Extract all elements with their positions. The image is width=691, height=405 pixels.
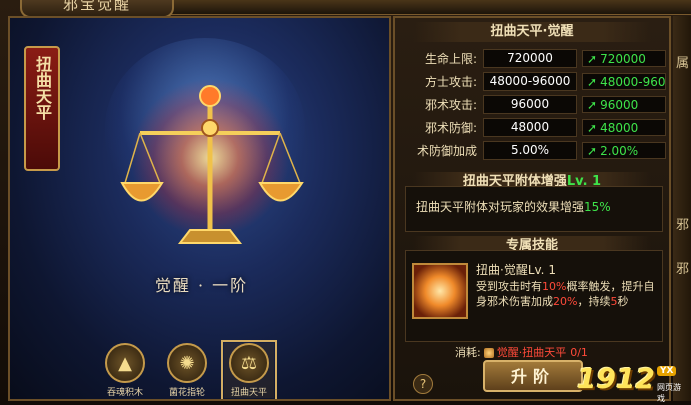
- side-tab[interactable]: 属: [676, 52, 689, 71]
- watermark-site: 网页游戏: [657, 383, 681, 403]
- upgrade-cost: 消耗: 觉醒·扭曲天平 0/1: [455, 344, 588, 360]
- info-panel: 扭曲天平·觉醒 生命上限: 720000 ➚ 720000 方士攻击: 48000…: [393, 16, 671, 401]
- stat-value: 48000-96000: [483, 71, 577, 91]
- skill-description: 受到攻击时有10%概率触发，提升自身邪术伤害加成20%，持续5秒: [476, 279, 656, 309]
- stat-bonus-value: 2.00%: [600, 143, 639, 158]
- up-arrow-icon: ➚: [587, 51, 598, 66]
- tab-label: 扭曲天平: [230, 388, 267, 398]
- up-arrow-icon: ➚: [587, 120, 598, 135]
- desc-part: ，持续: [577, 295, 611, 308]
- desc-part: 受到攻击时有: [476, 280, 542, 293]
- side-tab[interactable]: 邪: [676, 214, 689, 233]
- stat-bonus: ➚ 96000: [582, 95, 666, 113]
- skill-name: 扭曲·觉醒Lv. 1: [476, 261, 556, 278]
- desc-part: 秒: [617, 295, 629, 308]
- stat-label: 术防御加成: [416, 143, 477, 158]
- stat-row: 邪术攻击: 96000 ➚ 96000: [407, 94, 667, 114]
- side-tab-strip: 属 邪 邪: [673, 16, 691, 401]
- stat-row: 邪术防御: 48000 ➚ 48000: [407, 117, 667, 137]
- enhance-text: 扭曲天平附体对玩家的效果增强15%: [416, 198, 611, 215]
- tab-tunhun[interactable]: ▲ 吞魂积木: [100, 343, 150, 398]
- site-watermark: 1912 YX 网页游戏: [577, 362, 687, 403]
- stat-label: 方士攻击:: [424, 74, 477, 89]
- stat-bonus: ➚ 720000: [582, 49, 666, 67]
- stat-bonus: ➚48000-96000: [582, 72, 666, 90]
- cost-label: 消耗:: [455, 346, 481, 359]
- skill-level: Lv. 1: [527, 263, 556, 277]
- tab-junhua[interactable]: ✺ 菌花指轮: [162, 343, 212, 398]
- panel-header: 扭曲天平·觉醒: [413, 22, 651, 42]
- stat-bonus: ➚ 2.00%: [582, 141, 666, 159]
- stat-value: 96000: [483, 94, 577, 114]
- artifact-art-panel: 扭曲天平 觉醒 · 一阶 ▲ 吞魂积木 ✺ 菌花指轮 ⚖ 扭曲天平: [8, 16, 391, 401]
- skill-box: 扭曲·觉醒Lv. 1 受到攻击时有10%概率触发，提升自身邪术伤害加成20%，持…: [405, 250, 663, 342]
- stat-bonus-value: 96000: [600, 97, 639, 112]
- skill-bonus: 20%: [553, 295, 578, 308]
- side-tab[interactable]: 邪: [676, 258, 689, 277]
- enhance-desc: 扭曲天平附体对玩家的效果增强: [416, 200, 585, 214]
- ribbon-title: 扭曲天平: [33, 56, 52, 120]
- scale-icon: ⚖: [229, 343, 269, 383]
- stats-list: 生命上限: 720000 ➚ 720000 方士攻击: 48000-96000 ➚…: [407, 48, 667, 163]
- stat-value: 720000: [483, 48, 577, 68]
- enhance-box: 扭曲天平附体对玩家的效果增强15%: [405, 186, 663, 232]
- golden-scale-icon: [120, 85, 304, 244]
- help-button[interactable]: ?: [413, 374, 433, 394]
- stat-bonus-value: 720000: [600, 51, 646, 66]
- watermark-badge: YX: [657, 366, 677, 376]
- awakening-level: 觉醒 · 一阶: [154, 276, 249, 295]
- up-arrow-icon: ➚: [587, 74, 598, 89]
- tab-label: 菌花指轮: [168, 388, 205, 398]
- stat-row: 方士攻击: 48000-96000 ➚48000-96000: [407, 71, 667, 91]
- gear-eye-icon: ✺: [167, 343, 207, 383]
- skill-chance: 10%: [542, 280, 567, 293]
- stat-bonus-value: 48000: [600, 120, 639, 135]
- upgrade-button[interactable]: 升阶: [483, 360, 583, 392]
- stat-bonus: ➚ 48000: [582, 118, 666, 136]
- stat-value: 48000: [483, 117, 577, 137]
- top-bar: [160, 0, 691, 15]
- stat-label: 邪术防御:: [424, 120, 477, 135]
- stat-row: 术防御加成 5.00% ➚ 2.00%: [407, 140, 667, 160]
- stat-bonus-value: 48000-96000: [600, 74, 666, 89]
- skill-flame-icon[interactable]: [412, 263, 468, 319]
- tab-niuqu[interactable]: ⚖ 扭曲天平: [221, 340, 277, 399]
- enhance-value: 15%: [584, 200, 611, 214]
- tab-label: 吞魂积木: [106, 388, 143, 398]
- artifact-tabs: ▲ 吞魂积木 ✺ 菌花指轮 ⚖ 扭曲天平: [100, 340, 277, 399]
- stat-value: 5.00%: [483, 140, 577, 160]
- cost-count: 0/1: [570, 346, 588, 359]
- watermark-logo: 1912: [577, 362, 655, 395]
- up-arrow-icon: ➚: [587, 143, 598, 158]
- cost-item[interactable]: 觉醒·扭曲天平: [497, 346, 567, 359]
- triangle-emblem-icon: ▲: [105, 343, 145, 383]
- up-arrow-icon: ➚: [587, 97, 598, 112]
- stat-label: 邪术攻击:: [424, 97, 477, 112]
- stat-row: 生命上限: 720000 ➚ 720000: [407, 48, 667, 68]
- stat-label: 生命上限:: [424, 51, 477, 66]
- artifact-name-ribbon: 扭曲天平: [24, 46, 60, 171]
- material-icon: [483, 348, 494, 358]
- skill-title: 扭曲·觉醒: [476, 263, 528, 277]
